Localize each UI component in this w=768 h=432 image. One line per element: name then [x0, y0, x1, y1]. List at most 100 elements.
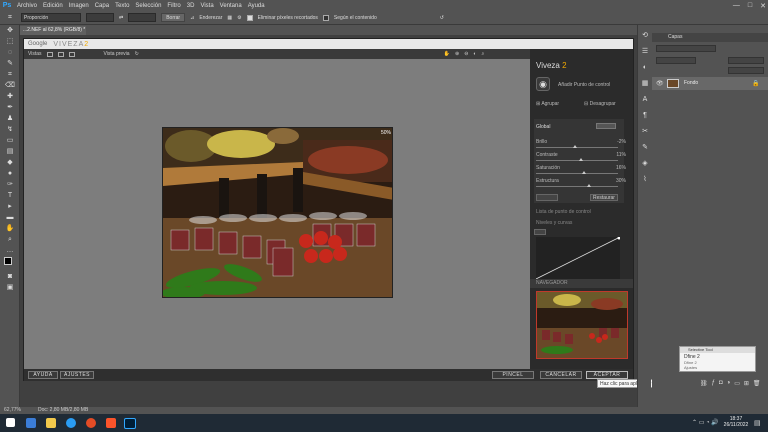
eyedropper-tool-icon[interactable]: ⌫: [4, 81, 16, 91]
healing-tool-icon[interactable]: ✚: [4, 92, 16, 102]
content-aware-checkbox[interactable]: [322, 14, 329, 21]
selective-tool-settings[interactable]: Ajustes: [680, 365, 755, 370]
crop-tool-icon[interactable]: ⌗: [4, 70, 16, 80]
control-point-list-header[interactable]: Lista de punto de control: [536, 209, 626, 215]
levels-channel-select[interactable]: [534, 229, 546, 235]
curves-graph[interactable]: [535, 236, 621, 280]
color-swatches[interactable]: [4, 257, 16, 271]
menu-edicion[interactable]: Edición: [40, 3, 66, 9]
layer-filter-select[interactable]: [656, 45, 716, 52]
slider-knob-contraste[interactable]: [579, 158, 584, 161]
notifications-icon[interactable]: ▤: [754, 419, 761, 427]
clear-button[interactable]: Borrar: [161, 13, 186, 22]
menu-ventana[interactable]: Ventana: [217, 3, 245, 9]
menu-vista[interactable]: Vista: [197, 3, 216, 9]
menu-archivo[interactable]: Archivo: [14, 3, 40, 9]
brush-button[interactable]: PINCEL: [492, 371, 534, 379]
clock[interactable]: 18:37 26/11/2022: [722, 416, 750, 428]
preview-toggle-icon[interactable]: ↻: [135, 51, 139, 57]
lasso-tool-icon[interactable]: ◌: [4, 48, 16, 58]
channels-panel-icon[interactable]: ◈: [639, 159, 651, 169]
add-control-point-label[interactable]: Añadir Punto de control: [558, 82, 648, 88]
zoom-in-icon[interactable]: ⊕: [455, 51, 459, 57]
group-folder-icon[interactable]: ▭: [734, 380, 740, 388]
dodge-tool-icon[interactable]: ●: [4, 169, 16, 179]
pen-tool-icon[interactable]: ✑: [4, 180, 16, 190]
menu-ayuda[interactable]: Ayuda: [245, 3, 268, 9]
new-layer-icon[interactable]: ⊞: [744, 380, 749, 388]
menu-texto[interactable]: Texto: [112, 3, 132, 9]
slider-options-button[interactable]: [536, 194, 558, 201]
add-control-point-button[interactable]: ◉: [536, 77, 550, 91]
single-view-icon[interactable]: [46, 51, 53, 57]
edge-icon[interactable]: [66, 418, 76, 428]
shape-tool-icon[interactable]: ▬: [4, 213, 16, 223]
menu-seleccion[interactable]: Selección: [132, 3, 164, 9]
photoshop-taskbar-icon[interactable]: [124, 418, 136, 429]
height-field[interactable]: [128, 13, 157, 22]
slider-track-saturacion[interactable]: [536, 173, 618, 174]
move-tool-icon[interactable]: ✥: [4, 26, 16, 36]
mask-icon[interactable]: ◘: [719, 380, 723, 388]
maximize-button[interactable]: □: [748, 2, 752, 9]
menu-filtro[interactable]: Filtro: [164, 3, 183, 9]
brush-tool-icon[interactable]: ✒: [4, 103, 16, 113]
slider-track-estructura[interactable]: [536, 186, 618, 187]
stamp-tool-icon[interactable]: ♟: [4, 114, 16, 124]
screen-mode-icon[interactable]: ▣: [4, 283, 16, 293]
fx-icon[interactable]: ƒ: [712, 380, 715, 388]
layer-name[interactable]: Fondo: [684, 80, 698, 86]
folder-icon[interactable]: [46, 418, 56, 428]
brave-icon[interactable]: [106, 418, 116, 428]
slider-knob-saturacion[interactable]: [581, 171, 586, 174]
zoom-level[interactable]: 62,77%: [4, 407, 21, 414]
side-by-side-view-icon[interactable]: [68, 51, 75, 57]
slider-knob-estructura[interactable]: [587, 184, 592, 187]
path-select-icon[interactable]: ▸: [4, 202, 16, 212]
navigator-thumbnail[interactable]: [536, 291, 628, 359]
quick-mask-icon[interactable]: ◙: [4, 272, 16, 282]
more-tools-icon[interactable]: …: [4, 246, 16, 256]
tray-icons[interactable]: ⌃ ▭ ◔ 🔊: [692, 419, 719, 426]
style-select[interactable]: Proporción: [21, 13, 81, 22]
blur-tool-icon[interactable]: ◆: [4, 158, 16, 168]
character-panel-icon[interactable]: A: [639, 95, 651, 105]
marquee-tool-icon[interactable]: ⬚: [4, 37, 16, 47]
brushes-panel-icon[interactable]: ✎: [639, 143, 651, 153]
preview-label[interactable]: Vista previa: [104, 51, 130, 57]
slider-knob-brillo[interactable]: [572, 145, 577, 148]
lock-icon[interactable]: 🔒: [752, 80, 759, 87]
color-panel-icon[interactable]: ◐: [639, 63, 651, 73]
crop-tool-icon[interactable]: ⌗: [4, 13, 16, 23]
reset-icon[interactable]: ↺: [440, 15, 444, 21]
loupe-icon[interactable]: ⌕: [481, 51, 484, 57]
gradient-tool-icon[interactable]: ▤: [4, 147, 16, 157]
paths-panel-icon[interactable]: ⌇: [639, 175, 651, 185]
document-tab[interactable]: ...2.NEF al 62,8% (RGB/8) *: [20, 26, 86, 35]
eye-icon[interactable]: 👁: [656, 80, 664, 87]
tools-panel-icon[interactable]: ✂: [639, 127, 651, 137]
global-mode-toggle[interactable]: [596, 123, 616, 129]
windows-start-icon[interactable]: [6, 418, 15, 427]
background-color-icon[interactable]: ◐: [473, 51, 476, 57]
minimize-button[interactable]: —: [733, 2, 740, 9]
quick-select-tool-icon[interactable]: ✎: [4, 59, 16, 69]
menu-imagen[interactable]: Imagen: [66, 3, 92, 9]
reset-button[interactable]: Restaurar: [590, 194, 618, 201]
slider-track-contraste[interactable]: [536, 160, 618, 161]
menu-capa[interactable]: Capa: [92, 3, 112, 9]
paragraph-panel-icon[interactable]: ¶: [639, 111, 651, 121]
history-brush-icon[interactable]: ↯: [4, 125, 16, 135]
adjustment-layer-icon[interactable]: ◑: [727, 380, 731, 388]
link-layers-icon[interactable]: ⛓: [700, 380, 708, 388]
slider-track-brillo[interactable]: [536, 147, 618, 148]
hand-tool-icon[interactable]: ✋: [4, 224, 16, 234]
navigator-header[interactable]: NAVEGADOR: [530, 279, 633, 288]
properties-panel-icon[interactable]: ☰: [639, 47, 651, 57]
straighten-icon[interactable]: ⊿: [190, 15, 194, 21]
type-tool-icon[interactable]: T: [4, 191, 16, 201]
layers-tab[interactable]: Capas: [652, 33, 768, 42]
menu-3d[interactable]: 3D: [184, 3, 198, 9]
zoom-tool-icon[interactable]: ⌕: [4, 235, 16, 245]
help-button[interactable]: AYUDA: [28, 371, 58, 379]
